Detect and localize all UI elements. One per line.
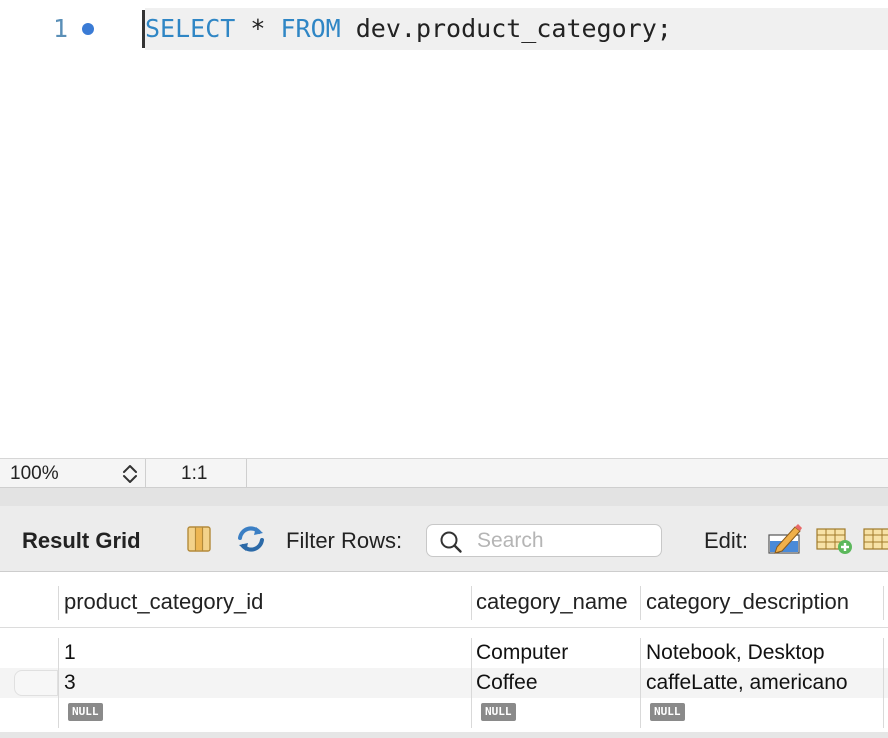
filter-search-box[interactable] <box>426 524 662 557</box>
grid-bottom-edge <box>0 732 888 738</box>
column-separator[interactable] <box>883 586 884 620</box>
column-separator <box>640 698 641 728</box>
result-toolbar: Result Grid Filter Rows: Edit: <box>0 506 888 572</box>
column-toggle-icon[interactable] <box>185 525 213 558</box>
sql-keyword-select: SELECT <box>145 14 236 43</box>
line-number: 1 <box>52 14 68 43</box>
row-selector[interactable] <box>14 670 58 696</box>
null-badge[interactable]: NULL <box>68 703 103 721</box>
column-header[interactable]: category_description <box>646 589 849 615</box>
status-divider <box>246 459 247 489</box>
column-separator <box>58 668 59 698</box>
column-separator <box>640 638 641 668</box>
result-grid-title[interactable]: Result Grid <box>22 528 141 554</box>
table-cell[interactable]: 1 <box>64 641 76 665</box>
column-separator <box>883 698 884 728</box>
column-separator <box>58 586 59 620</box>
result-grid[interactable]: product_category_id category_name catego… <box>0 572 888 738</box>
status-divider <box>145 459 146 489</box>
panel-splitter[interactable] <box>0 488 888 506</box>
column-separator <box>471 668 472 698</box>
column-separator <box>58 638 59 668</box>
delete-row-icon[interactable] <box>862 525 888 560</box>
column-separator <box>471 698 472 728</box>
grid-header-row: product_category_id category_name catego… <box>0 572 888 628</box>
zoom-level: 100% <box>10 463 59 484</box>
column-separator <box>640 668 641 698</box>
null-badge[interactable]: NULL <box>481 703 516 721</box>
table-cell[interactable]: Computer <box>476 641 568 665</box>
sql-table-reference: dev.product_category; <box>340 14 672 43</box>
edit-label: Edit: <box>704 528 749 553</box>
refresh-icon[interactable] <box>234 524 268 559</box>
editor-line-1[interactable]: 1 SELECT * FROM dev.product_category; <box>0 8 888 50</box>
sql-editor[interactable]: 1 SELECT * FROM dev.product_category; <box>0 0 888 458</box>
cursor-position: 1:1 <box>181 463 208 484</box>
table-cell[interactable]: 3 <box>64 671 76 695</box>
table-row[interactable]: 1 Computer Notebook, Desktop <box>0 638 888 668</box>
column-separator[interactable] <box>471 586 472 620</box>
null-badge[interactable]: NULL <box>650 703 685 721</box>
text-caret <box>142 10 145 48</box>
table-cell[interactable]: Notebook, Desktop <box>646 641 825 665</box>
column-separator <box>883 638 884 668</box>
filter-rows-label: Filter Rows: <box>286 528 403 553</box>
statement-marker-icon <box>82 23 94 35</box>
table-row[interactable]: 3 Coffee caffeLatte, americano <box>0 668 888 698</box>
sql-code[interactable]: SELECT * FROM dev.product_category; <box>145 14 672 43</box>
column-header[interactable]: product_category_id <box>64 589 263 615</box>
column-separator <box>58 698 59 728</box>
table-cell[interactable]: Coffee <box>476 671 538 695</box>
editor-status-bar: 100% 1:1 <box>0 458 888 489</box>
add-row-icon[interactable] <box>815 525 853 560</box>
column-separator[interactable] <box>640 586 641 620</box>
zoom-stepper-icon[interactable] <box>120 462 140 486</box>
table-row[interactable]: NULL NULL NULL <box>0 698 888 728</box>
sql-operator: * <box>235 14 281 43</box>
column-separator <box>883 668 884 698</box>
filter-search-input[interactable] <box>477 529 652 553</box>
table-cell[interactable]: caffeLatte, americano <box>646 671 848 695</box>
search-icon <box>439 530 463 559</box>
sql-keyword-from: FROM <box>280 14 341 43</box>
column-separator <box>471 638 472 668</box>
column-header[interactable]: category_name <box>476 589 628 615</box>
edit-pencil-icon[interactable] <box>767 521 803 562</box>
